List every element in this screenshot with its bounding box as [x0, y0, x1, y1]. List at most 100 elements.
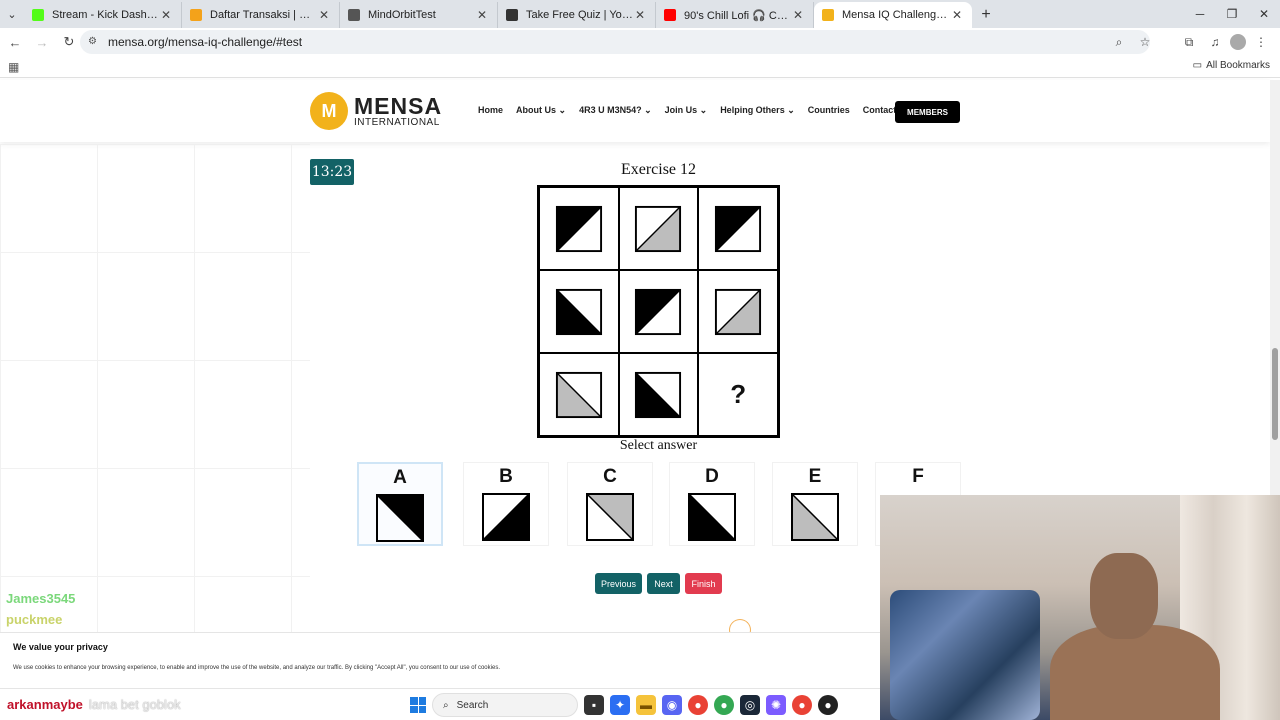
back-icon[interactable]: ←	[3, 30, 27, 54]
folder-icon: ▭	[1192, 60, 1203, 71]
puzzle-cell	[539, 270, 619, 353]
taskbar-search-placeholder: Search	[456, 699, 489, 711]
bookmark-star-icon[interactable]: ☆	[1134, 31, 1156, 53]
nav-item[interactable]: Countries	[808, 105, 850, 116]
copilot-icon[interactable]: ✦	[610, 695, 630, 715]
apps-grid-icon[interactable]: ▦	[8, 60, 19, 74]
members-button[interactable]: MEMBERS	[895, 101, 960, 123]
select-answer-label: Select answer	[619, 438, 698, 453]
search-icon: ⌕	[443, 699, 449, 711]
nav-item[interactable]: 4R3 U M3N54? ⌄	[579, 105, 652, 116]
extensions-icon[interactable]: ⧉	[1178, 31, 1200, 53]
profile-avatar[interactable]	[1230, 34, 1246, 50]
exercise-title: Exercise 12	[620, 161, 697, 178]
address-bar[interactable]: ⚙ mensa.org/mensa-iq-challenge/#test	[80, 30, 1150, 54]
menu-icon[interactable]: ⋮	[1250, 31, 1272, 53]
puzzle-cell	[618, 187, 699, 270]
chrome-active-icon[interactable]: ●	[792, 695, 812, 715]
url-text: mensa.org/mensa-iq-challenge/#test	[108, 35, 303, 49]
mensa-logo[interactable]: M MENSA INTERNATIONAL	[310, 92, 442, 130]
all-bookmarks-label: All Bookmarks	[1206, 60, 1270, 71]
browser-tab[interactable]: Take Free Quiz | Yourselfirst✕	[498, 2, 656, 28]
pattern-square	[555, 371, 602, 418]
forward-icon[interactable]: →	[30, 30, 54, 54]
mensa-logo-icon: M	[310, 92, 348, 130]
app-icon[interactable]: ✺	[766, 695, 786, 715]
chat-username: puckmee	[6, 612, 63, 627]
pattern-square	[715, 205, 762, 252]
chrome-profile-icon[interactable]: ●	[714, 695, 734, 715]
next-button[interactable]: Next	[647, 573, 680, 594]
site-header: M MENSA INTERNATIONAL Home About Us ⌄ 4R3 …	[0, 80, 1270, 142]
puzzle-cell	[698, 270, 778, 353]
media-icon[interactable]: ♫	[1204, 31, 1226, 53]
puzzle-cell	[539, 353, 619, 436]
chat-username: James3545	[6, 591, 76, 606]
reload-icon[interactable]: ↻	[57, 30, 81, 54]
steam-icon[interactable]: ◎	[740, 695, 760, 715]
finish-button[interactable]: Finish	[685, 573, 722, 594]
chrome-icon[interactable]: ●	[688, 695, 708, 715]
background-grid	[0, 144, 310, 634]
site-info-icon[interactable]: ⚙	[88, 36, 100, 48]
tab-close-icon[interactable]: ✕	[159, 8, 173, 22]
browser-tab[interactable]: Stream - Kick Dashboard✕	[24, 2, 182, 28]
answer-option-label: C	[603, 466, 617, 487]
taskbar-search[interactable]: ⌕ Search	[432, 693, 578, 717]
task-view-icon[interactable]: ▪	[584, 695, 604, 715]
file-explorer-icon[interactable]: ▬	[636, 695, 656, 715]
tab-favicon-icon	[190, 9, 202, 21]
close-window-icon[interactable]: ✕	[1248, 0, 1280, 28]
taskbar-icons: ⌕ Search ▪ ✦ ▬ ◉ ● ● ◎ ✺ ● ●	[410, 693, 838, 717]
scrollbar-thumb[interactable]	[1272, 348, 1278, 440]
answer-option-label: E	[808, 466, 822, 487]
answer-option-square	[376, 494, 424, 542]
browser-tab[interactable]: Mensa IQ Challenge – Mensa In✕	[814, 2, 972, 28]
zoom-icon[interactable]: ⌕	[1108, 31, 1130, 53]
chat-line: puckmee	[6, 609, 266, 630]
browser-tab[interactable]: 90's Chill Lofi 🎧 Chill Music Lo✕	[656, 2, 814, 28]
toolbar-actions: ⌕ ☆ ⧉ ♫ ⋮	[1108, 28, 1272, 56]
nav-item[interactable]: Home	[478, 105, 503, 116]
browser-tab[interactable]: MindOrbitTest ✕	[340, 2, 498, 28]
browser-toolbar: ← → ↻ ⚙ mensa.org/mensa-iq-challenge/#te…	[0, 28, 1280, 56]
discord-icon[interactable]: ◉	[662, 695, 682, 715]
tab-close-icon[interactable]: ✕	[475, 8, 489, 22]
tab-title: Take Free Quiz | Yourselfirst	[526, 9, 633, 21]
answer-option-square	[586, 493, 634, 541]
pattern-square	[635, 371, 682, 418]
all-bookmarks[interactable]: ▭ All Bookmarks	[1193, 60, 1270, 71]
new-tab-button[interactable]: +	[972, 2, 1000, 28]
nav-item[interactable]: Helping Others ⌄	[720, 105, 795, 116]
stream-message-text: lama bet goblok	[88, 697, 181, 712]
answer-option-square	[688, 493, 736, 541]
tab-close-icon[interactable]: ✕	[633, 8, 647, 22]
tab-favicon-icon	[506, 9, 518, 21]
nav-item[interactable]: About Us ⌄	[516, 105, 566, 116]
answer-option-label: D	[705, 466, 719, 487]
restore-icon[interactable]: ❐	[1216, 0, 1248, 28]
obs-icon[interactable]: ●	[818, 695, 838, 715]
previous-button[interactable]: Previous	[595, 573, 642, 594]
browser-tab[interactable]: Daftar Transaksi | Saweria✕	[182, 2, 340, 28]
nav-item[interactable]: Join Us ⌄	[665, 105, 708, 116]
answer-option[interactable]: D	[669, 462, 755, 546]
answer-option[interactable]: A	[357, 462, 443, 546]
tab-close-icon[interactable]: ✕	[950, 8, 964, 22]
webcam-feed	[880, 495, 1280, 720]
answer-option-square	[791, 493, 839, 541]
main-nav: Home About Us ⌄ 4R3 U M3N54? ⌄ Join Us ⌄ Hel…	[478, 105, 910, 116]
answer-option[interactable]: C	[567, 462, 653, 546]
tab-close-icon[interactable]: ✕	[791, 8, 805, 22]
tab-search-icon[interactable]: ⌄	[0, 0, 24, 28]
minimize-icon[interactable]: ─	[1184, 0, 1216, 28]
answer-option[interactable]: E	[772, 462, 858, 546]
tab-close-icon[interactable]: ✕	[317, 8, 331, 22]
pattern-square	[555, 205, 602, 252]
tab-title: 90's Chill Lofi 🎧 Chill Music Lo	[684, 9, 791, 22]
puzzle-matrix: ?	[537, 185, 780, 438]
windows-start-icon[interactable]	[410, 697, 426, 713]
answer-option[interactable]: B	[463, 462, 549, 546]
puzzle-cell: ?	[698, 353, 778, 436]
